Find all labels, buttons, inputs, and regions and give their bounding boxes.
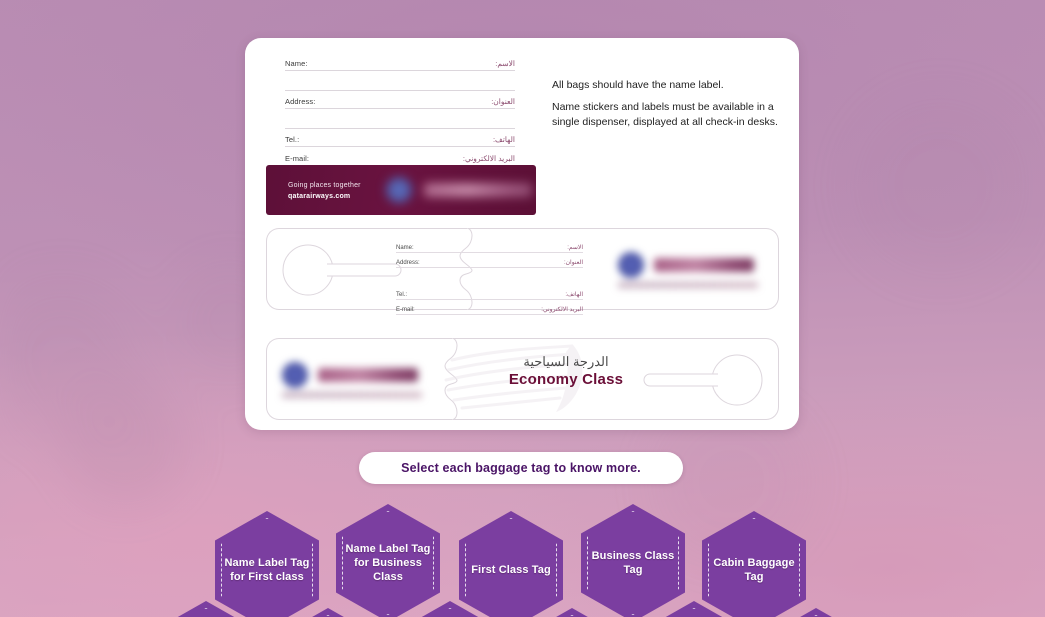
hexagon-dashed-border bbox=[160, 608, 252, 617]
label-tel-en: Tel.: bbox=[285, 135, 300, 144]
label-email-ar: البريد الالكتروني: bbox=[462, 154, 515, 163]
name-label-form: Name: الاسم: Address: العنوان: Tel.: اله… bbox=[285, 53, 515, 165]
class-label-en: Economy Class bbox=[508, 371, 624, 389]
tag-logo-slogan-blurred bbox=[282, 392, 422, 398]
hex-row2-item-4[interactable] bbox=[520, 608, 624, 617]
tag-label-tel-ar: الهاتف: bbox=[565, 292, 583, 298]
tag-label-address-en: Address: bbox=[396, 260, 420, 266]
hex-row2-item-5[interactable] bbox=[642, 601, 746, 617]
tag-hanging-loop-icon bbox=[282, 244, 402, 296]
form-row-name-blank bbox=[285, 71, 515, 91]
banner-slogan: Going places together bbox=[288, 182, 361, 189]
select-baggage-tag-button[interactable]: Select each baggage tag to know more. bbox=[359, 452, 683, 484]
label-tel-ar: الهاتف: bbox=[492, 135, 515, 144]
tag-label-email-en: E-mail: bbox=[396, 307, 415, 313]
wordmark-blurred bbox=[654, 258, 754, 272]
form-row-address: Address: العنوان: bbox=[285, 91, 515, 109]
hex-row2-item-2[interactable] bbox=[276, 608, 380, 617]
tag-label-name-ar: الاسم: bbox=[567, 245, 583, 251]
tag-mini-form: Name: الاسم: Address: العنوان: Tel.: اله… bbox=[396, 238, 583, 315]
tag-row-tel: Tel.: الهاتف: bbox=[396, 285, 583, 300]
tag-label-address-ar: العنوان: bbox=[563, 260, 583, 266]
form-row-email: E-mail: البريد الالكتروني: bbox=[285, 147, 515, 165]
oryx-icon bbox=[618, 252, 644, 278]
instruction-line-1: All bags should have the name label. bbox=[552, 79, 724, 91]
baggage-tag-hexagon-grid: Name Label Tag for First class Name Labe… bbox=[0, 498, 1045, 617]
oryx-icon bbox=[386, 177, 412, 203]
tag-logo-slogan-blurred bbox=[618, 282, 758, 288]
hexagon-label: Cabin Baggage Tag bbox=[713, 556, 795, 583]
hex-row2-item-3[interactable] bbox=[398, 601, 502, 617]
form-row-tel: Tel.: الهاتف: bbox=[285, 129, 515, 147]
label-address-ar: العنوان: bbox=[491, 97, 515, 106]
label-address-en: Address: bbox=[285, 97, 316, 106]
hexagon-label: Name Label Tag for First class bbox=[224, 556, 310, 583]
form-row-name: Name: الاسم: bbox=[285, 53, 515, 71]
hexagon-label: Name Label Tag for Business Class bbox=[345, 542, 431, 584]
baggage-tag-name-label[interactable]: Name: الاسم: Address: العنوان: Tel.: اله… bbox=[266, 228, 779, 315]
baggage-tag-economy-class[interactable]: الدرجة السياحية Economy Class bbox=[266, 338, 779, 420]
instruction-line-2: Name stickers and labels must be availab… bbox=[552, 101, 778, 129]
label-email-en: E-mail: bbox=[285, 154, 310, 163]
tag-label-tel-en: Tel.: bbox=[396, 292, 408, 298]
qatar-airways-banner: Going places together qatarairways.com bbox=[266, 165, 536, 215]
tag-row-name: Name: الاسم: bbox=[396, 238, 583, 253]
hex-row2-item-1[interactable] bbox=[154, 601, 258, 617]
tag-row-email: E-mail: البريد الالكتروني: bbox=[396, 300, 583, 315]
oryx-icon bbox=[282, 362, 308, 388]
tag-hanging-loop-icon bbox=[643, 354, 763, 406]
tag-row-blank bbox=[396, 268, 583, 285]
tag-label-email-ar: البريد الالكتروني: bbox=[541, 307, 583, 313]
hex-row2-item-6[interactable] bbox=[764, 608, 868, 617]
hexagon-dashed-border bbox=[648, 608, 740, 617]
hexagon-label: Business Class Tag bbox=[591, 549, 675, 576]
label-name-en: Name: bbox=[285, 59, 308, 68]
tag-label-name-en: Name: bbox=[396, 245, 414, 251]
wordmark-blurred bbox=[318, 368, 418, 382]
baggage-tag-card: Name: الاسم: Address: العنوان: Tel.: اله… bbox=[245, 38, 799, 430]
tag-row-address: Address: العنوان: bbox=[396, 253, 583, 268]
hexagon-dashed-border bbox=[404, 608, 496, 617]
instructions: All bags should have the name label. Nam… bbox=[552, 78, 792, 138]
wordmark-blurred bbox=[424, 183, 532, 197]
hexagon-label: First Class Tag bbox=[471, 563, 551, 576]
form-row-address-blank bbox=[285, 109, 515, 129]
class-designation: الدرجة السياحية Economy Class bbox=[471, 354, 661, 388]
banner-slogan-block: Going places together qatarairways.com bbox=[288, 181, 361, 202]
class-label-ar: الدرجة السياحية bbox=[523, 354, 609, 369]
label-name-ar: الاسم: bbox=[495, 59, 515, 68]
qatar-airways-logo-icon bbox=[386, 177, 536, 203]
banner-website: qatarairways.com bbox=[288, 192, 351, 200]
